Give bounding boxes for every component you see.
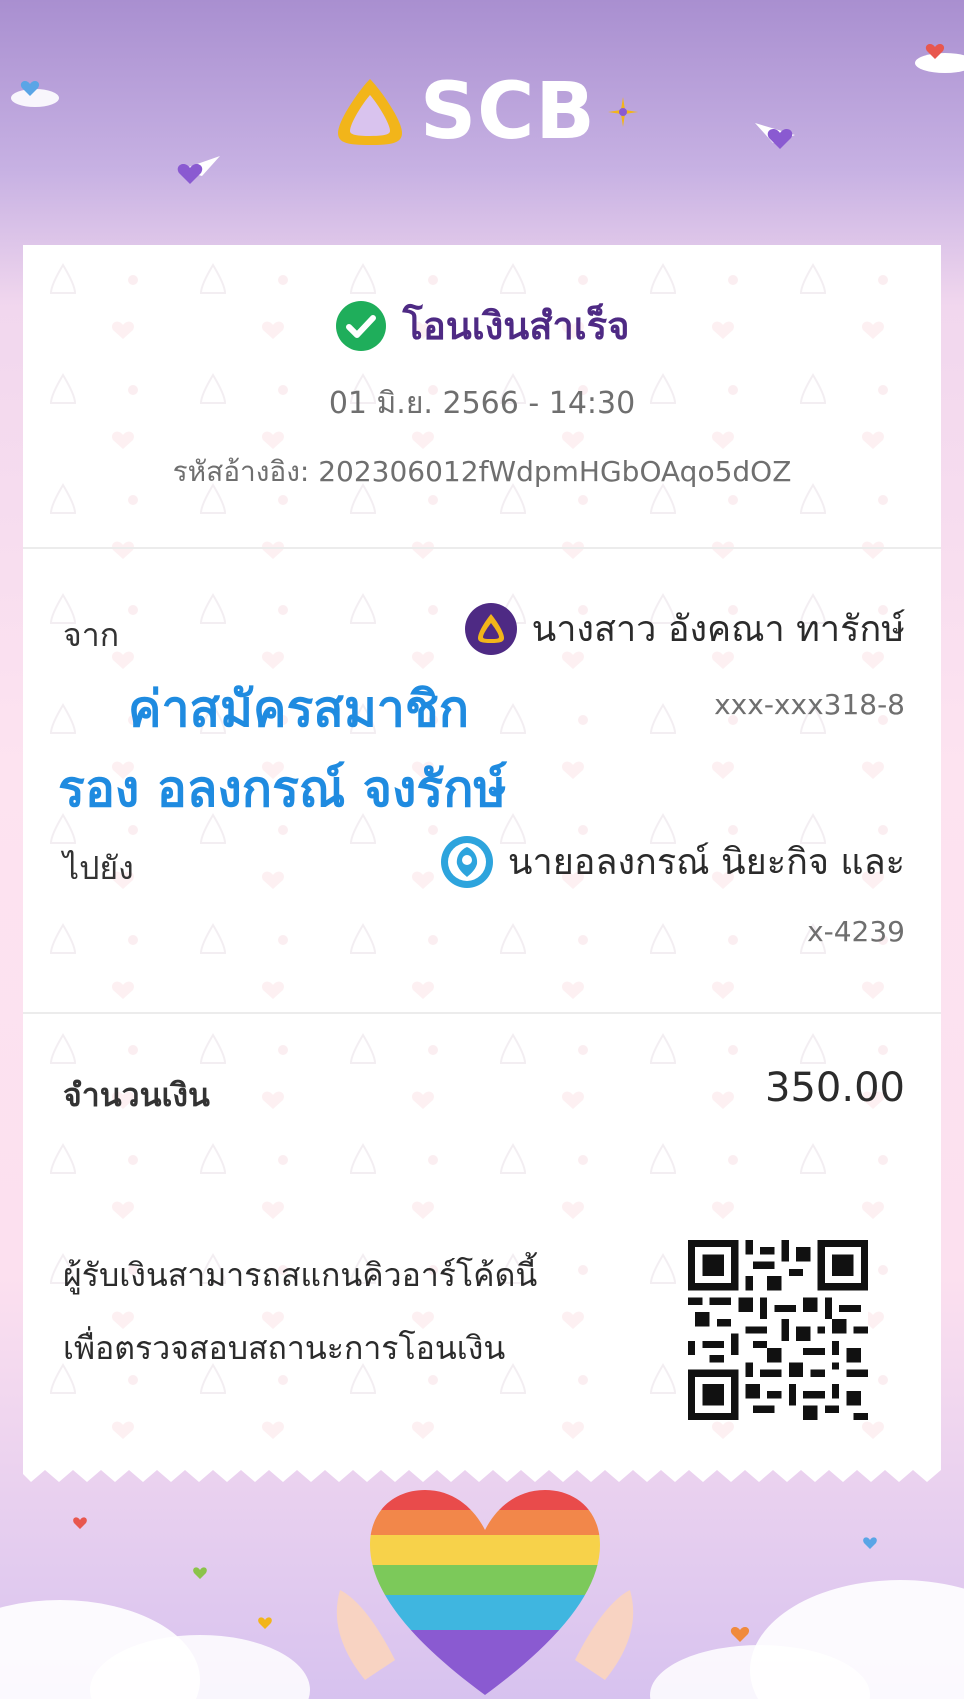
to-party: นายอลงกรณ์ นิยะกิจ และ <box>440 833 905 890</box>
krungthai-bank-icon <box>440 835 493 888</box>
amount-label: จำนวนเงิน <box>63 1076 210 1114</box>
qr-note-line-1: ผู้รับเงินสามารถสแกนคิวอาร์โค้ดนี้ <box>63 1256 538 1294</box>
from-label: จาก <box>63 616 120 654</box>
status-header: โอนเงินสำเร็จ <box>23 295 941 356</box>
memo-line-1: ค่าสมัครสมาชิก <box>128 680 470 738</box>
scb-bank-icon <box>464 602 517 655</box>
amount-value: 350.00 <box>765 1065 905 1111</box>
rainbow-heart-illustration <box>336 1490 634 1695</box>
flying-heart-icon <box>915 44 964 73</box>
flying-heart-icon <box>177 156 220 184</box>
reference-label: รหัสอ้างอิง: <box>172 455 310 488</box>
qr-note-line-2: เพื่อตรวจสอบสถานะการโอนเงิน <box>63 1329 506 1367</box>
receipt-card: โอนเงินสำเร็จ 01 มิ.ย. 2566 - 14:30 รหัส… <box>23 245 941 1470</box>
sender-name: นางสาว อังคณา ทารักษ์ <box>531 609 905 650</box>
memo-line-2: รอง อลงกรณ์ จงรักษ์ <box>58 760 507 818</box>
divider <box>23 547 941 549</box>
sender-account: xxx-xxx318-8 <box>714 688 905 721</box>
scb-emblem-icon <box>338 78 402 145</box>
qr-code[interactable] <box>688 1240 868 1420</box>
check-circle-icon <box>335 300 386 351</box>
recipient-account: x-4239 <box>807 915 905 948</box>
brand-name: SCB <box>420 67 596 157</box>
transaction-datetime: 01 มิ.ย. 2566 - 14:30 <box>328 386 636 421</box>
scb-logo: SCB <box>330 72 640 152</box>
recipient-name: นายอลงกรณ์ นิยะกิจ และ <box>507 842 905 883</box>
from-party: นางสาว อังคณา ทารักษ์ <box>464 600 905 657</box>
reference-line: รหัสอ้างอิง: 202306012fWdpmHGbOAqo5dOZ <box>23 450 941 494</box>
reference-value: 202306012fWdpmHGbOAqo5dOZ <box>318 455 792 488</box>
status-title: โอนเงินสำเร็จ <box>402 304 630 348</box>
flying-heart-icon <box>11 81 59 107</box>
to-label: ไปยัง <box>63 849 134 887</box>
flying-heart-icon <box>755 123 795 149</box>
divider <box>23 1012 941 1014</box>
sparkle-icon <box>607 97 638 127</box>
